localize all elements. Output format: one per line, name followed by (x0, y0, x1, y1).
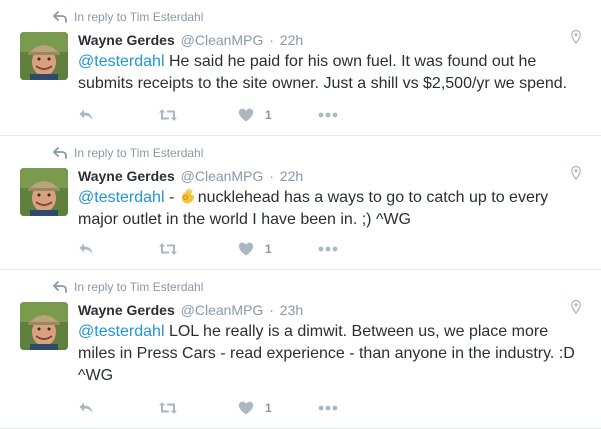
retweet-icon (158, 401, 178, 415)
tweet[interactable]: In reply to Tim Esterdahl Wayne Gerdes @… (0, 136, 601, 270)
like-count: 1 (265, 401, 272, 415)
tweet[interactable]: In reply to Tim Esterdahl Wayne Gerdes @… (0, 270, 601, 429)
avatar[interactable] (20, 32, 68, 80)
retweet-button[interactable] (158, 401, 238, 415)
mention-link[interactable]: @testerdahl (78, 323, 165, 340)
retweet-icon (158, 108, 178, 122)
mention-link[interactable]: @testerdahl (78, 53, 165, 70)
mention-link[interactable]: @testerdahl (78, 189, 165, 206)
location-pin-icon[interactable] (571, 30, 581, 44)
reply-arrow-icon (53, 147, 67, 159)
tweet[interactable]: In reply to Tim Esterdahl Wayne Gerdes @… (0, 0, 601, 136)
retweet-button[interactable] (158, 242, 238, 256)
tweet-text: @testerdahl - nucklehead has a ways to g… (78, 187, 583, 231)
separator: · (269, 32, 274, 48)
like-button[interactable]: 1 (238, 108, 318, 122)
avatar[interactable] (20, 168, 68, 216)
reply-button[interactable] (78, 108, 158, 122)
timestamp[interactable]: 22h (280, 32, 303, 48)
reply-context-label: In reply to Tim Esterdahl (74, 10, 204, 24)
reply-button[interactable] (78, 401, 158, 415)
heart-icon (238, 242, 254, 256)
reply-icon (78, 401, 94, 415)
like-count: 1 (265, 242, 272, 256)
tweet-header: Wayne Gerdes @CleanMPG · 22h (78, 31, 303, 49)
heart-icon (238, 401, 254, 415)
like-count: 1 (265, 108, 272, 122)
reply-context[interactable]: In reply to Tim Esterdahl (53, 10, 203, 24)
reply-button[interactable] (78, 242, 158, 256)
tweet-text: @testerdahl He said he paid for his own … (78, 51, 583, 95)
more-button[interactable] (318, 405, 348, 411)
tweet-actions: 1 (78, 400, 348, 416)
location-pin-icon[interactable] (571, 300, 581, 314)
reply-context[interactable]: In reply to Tim Esterdahl (53, 146, 203, 160)
more-dots-icon (318, 405, 338, 411)
tweet-header: Wayne Gerdes @CleanMPG · 23h (78, 301, 303, 319)
more-dots-icon (318, 246, 338, 252)
separator: · (269, 168, 274, 184)
more-button[interactable] (318, 246, 348, 252)
like-button[interactable]: 1 (238, 242, 318, 256)
tweet-header: Wayne Gerdes @CleanMPG · 22h (78, 167, 303, 185)
author-name[interactable]: Wayne Gerdes (78, 302, 175, 318)
retweet-icon (158, 242, 178, 256)
ok-hand-emoji (179, 187, 197, 205)
tweet-body-prefix: - (164, 189, 179, 206)
reply-context-label: In reply to Tim Esterdahl (74, 280, 204, 294)
reply-arrow-icon (53, 281, 67, 293)
timestamp[interactable]: 22h (280, 168, 303, 184)
more-button[interactable] (318, 112, 348, 118)
retweet-button[interactable] (158, 108, 238, 122)
like-button[interactable]: 1 (238, 401, 318, 415)
author-handle[interactable]: @CleanMPG (181, 32, 264, 48)
reply-icon (78, 242, 94, 256)
more-dots-icon (318, 112, 338, 118)
reply-context-label: In reply to Tim Esterdahl (74, 146, 204, 160)
author-name[interactable]: Wayne Gerdes (78, 168, 175, 184)
location-pin-icon[interactable] (571, 166, 581, 180)
timeline: In reply to Tim Esterdahl Wayne Gerdes @… (0, 0, 601, 429)
tweet-actions: 1 (78, 107, 348, 123)
reply-arrow-icon (53, 11, 67, 23)
tweet-actions: 1 (78, 241, 348, 257)
tweet-text: @testerdahl LOL he really is a dimwit. B… (78, 321, 583, 387)
reply-context[interactable]: In reply to Tim Esterdahl (53, 280, 203, 294)
avatar[interactable] (20, 302, 68, 350)
separator: · (269, 302, 274, 318)
timestamp[interactable]: 23h (280, 302, 303, 318)
author-handle[interactable]: @CleanMPG (181, 302, 264, 318)
reply-icon (78, 108, 94, 122)
heart-icon (238, 108, 254, 122)
author-name[interactable]: Wayne Gerdes (78, 32, 175, 48)
author-handle[interactable]: @CleanMPG (181, 168, 264, 184)
